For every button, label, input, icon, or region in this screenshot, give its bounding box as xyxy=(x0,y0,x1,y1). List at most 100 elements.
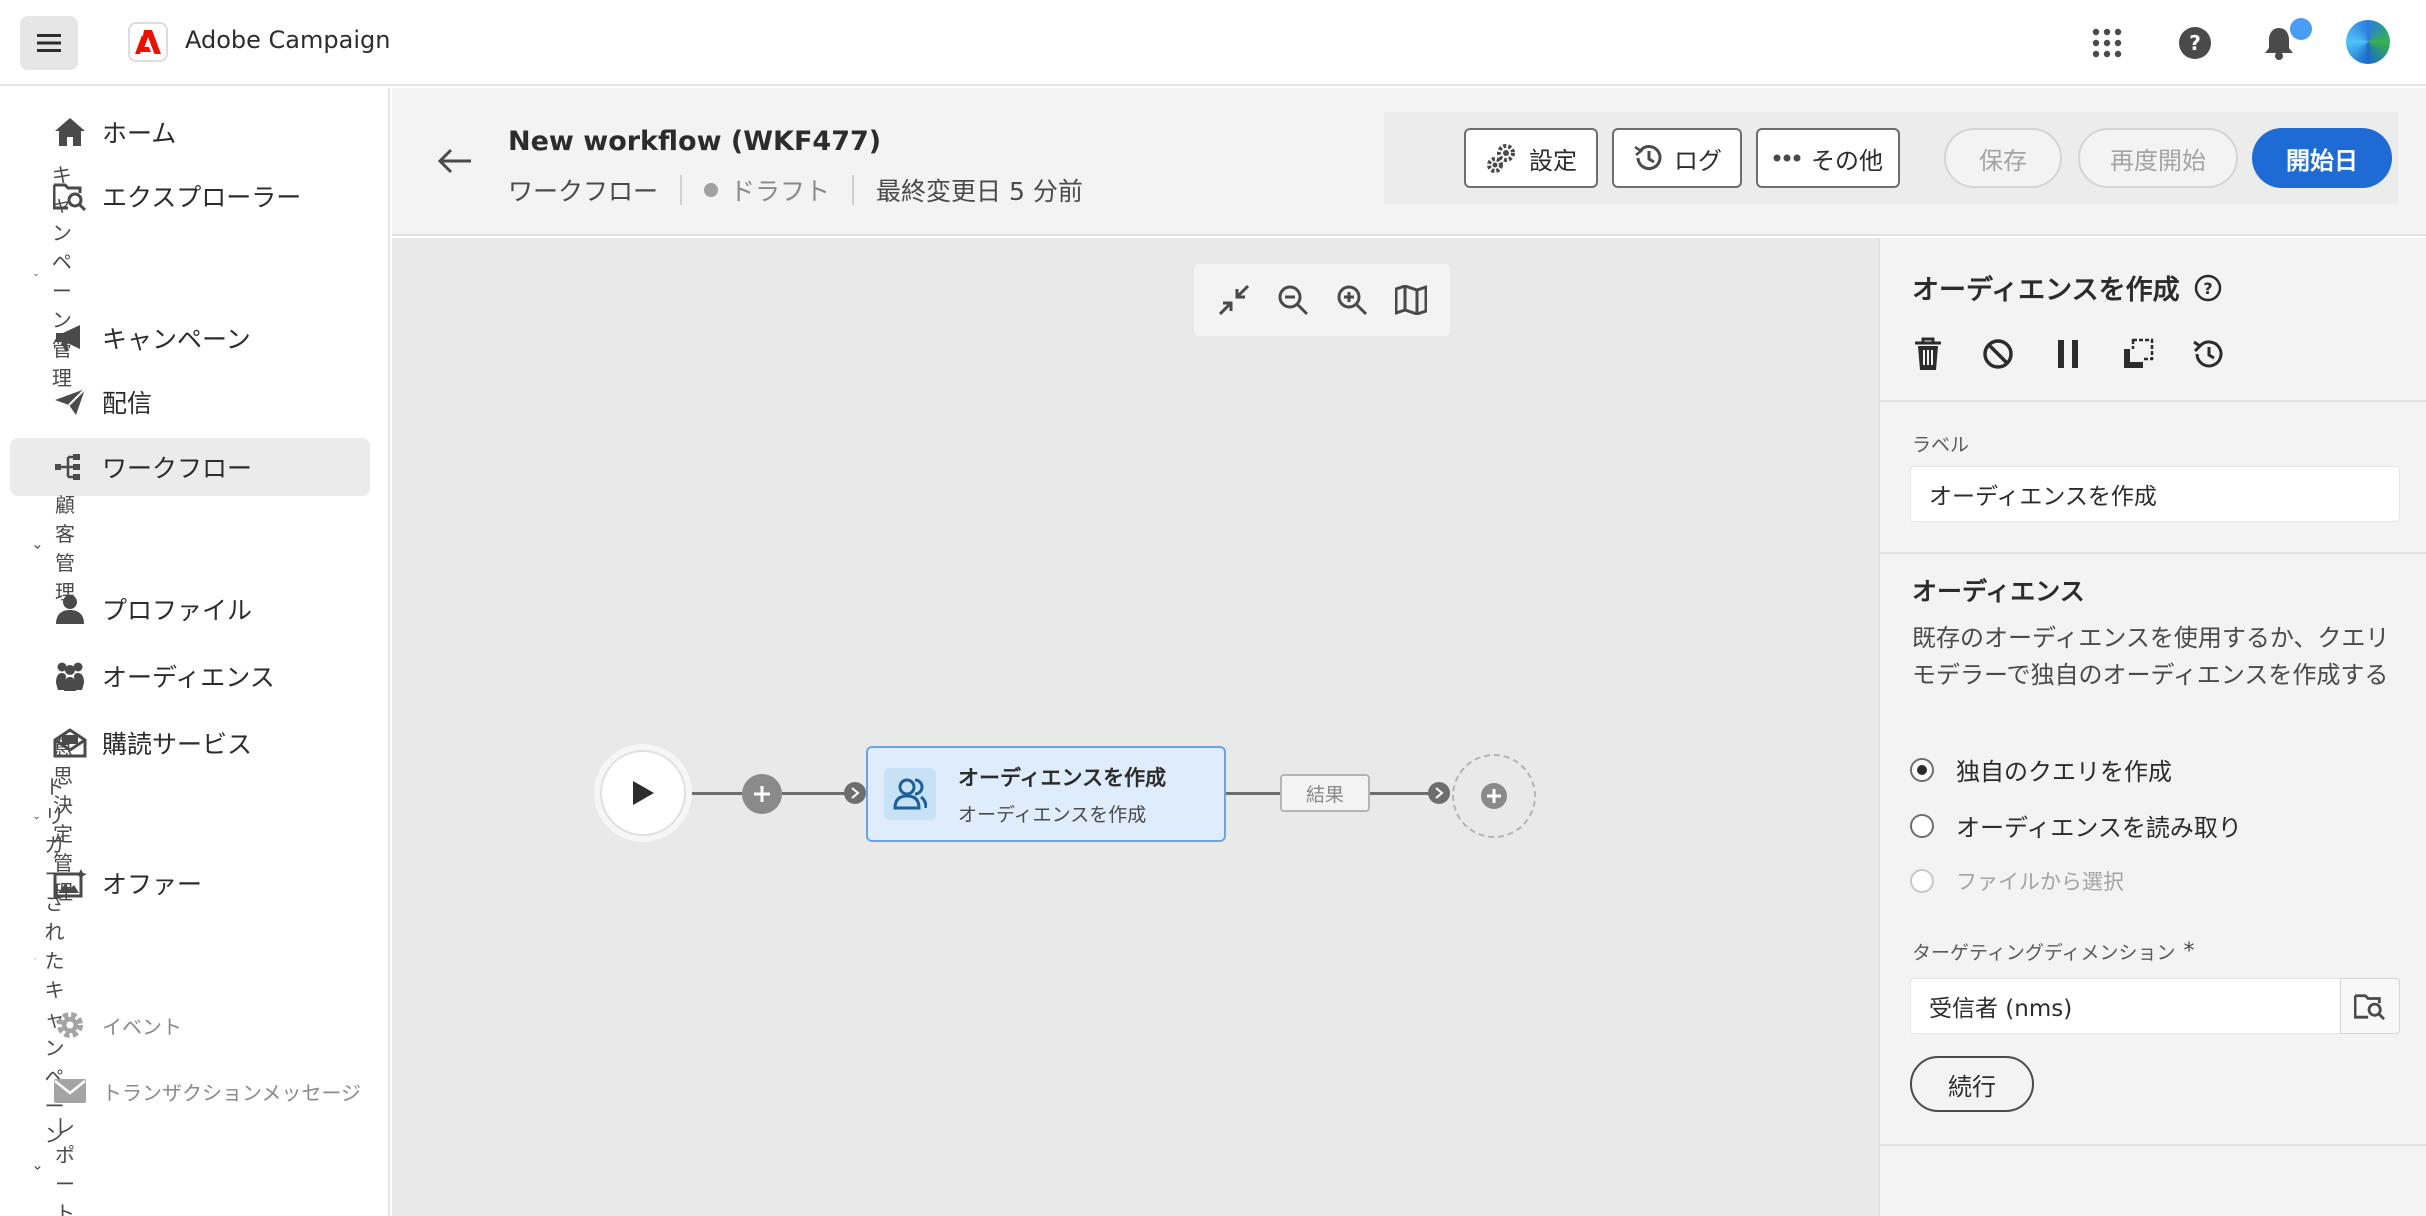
chevron-right-icon xyxy=(844,782,866,804)
chevron-down-icon xyxy=(34,1166,41,1170)
log-button[interactable]: ログ xyxy=(1612,128,1742,188)
section-campaign-management[interactable]: キャンペーン管理 xyxy=(34,163,86,390)
user-icon xyxy=(52,591,88,627)
status-dot-icon xyxy=(704,183,719,197)
divider xyxy=(680,175,683,205)
sidebar-item-workflows[interactable]: ワークフロー xyxy=(10,438,370,496)
radio-build-query[interactable]: 独自のクエリを作成 xyxy=(1910,752,2172,787)
sidebar-item-label: ワークフロー xyxy=(102,454,253,483)
audience-section-title: オーディエンス xyxy=(1912,577,2085,606)
copy-icon[interactable] xyxy=(2118,334,2158,374)
sidebar-item-label: プロファイル xyxy=(102,596,253,625)
avatar[interactable] xyxy=(2346,20,2390,64)
chevron-down-icon xyxy=(34,816,39,820)
targeting-dimension-input[interactable]: 受信者 (nms) xyxy=(1910,978,2342,1034)
panel-title: オーディエンスを作成 ? xyxy=(1912,268,2222,307)
section-label: レポート xyxy=(54,1114,75,1216)
svg-text:?: ? xyxy=(2189,31,2201,55)
canvas-toolbar xyxy=(1194,264,1450,336)
connector xyxy=(686,792,744,795)
radio-icon xyxy=(1910,813,1934,838)
settings-button[interactable]: 設定 xyxy=(1464,128,1598,188)
gears-icon xyxy=(1487,144,1515,173)
workflow-header: New workflow (WKF477) ワークフロー ドラフト 最終変更日 … xyxy=(392,88,2426,236)
save-button[interactable]: 保存 xyxy=(1944,128,2062,188)
delete-icon[interactable] xyxy=(1908,334,1948,374)
activity-title: オーディエンスを作成 xyxy=(958,765,1167,790)
radio-icon xyxy=(1910,869,1934,893)
label-field-label: ラベル xyxy=(1912,434,1970,456)
workflow-meta: ワークフロー ドラフト 最終変更日 5 分前 xyxy=(508,172,1083,208)
connector xyxy=(1226,792,1282,795)
sidebar-item-campaigns[interactable]: キャンペーン xyxy=(10,309,370,367)
pause-icon[interactable] xyxy=(2048,334,2088,374)
plus-icon xyxy=(754,786,770,802)
users-icon xyxy=(52,658,88,694)
activity-subtitle: オーディエンスを作成 xyxy=(958,803,1147,826)
last-modified: 最終変更日 5 分前 xyxy=(876,177,1083,206)
start-button[interactable]: 開始日 xyxy=(2252,128,2392,188)
sidebar-item-label: ホーム xyxy=(102,119,177,148)
mail-icon xyxy=(52,1073,88,1109)
more-button[interactable]: その他 xyxy=(1756,128,1900,188)
svg-text:?: ? xyxy=(2203,279,2212,298)
radio-read-audience[interactable]: オーディエンスを読み取り xyxy=(1910,808,2242,843)
sidebar-item-audiences[interactable]: オーディエンス xyxy=(10,647,370,705)
more-icon xyxy=(1773,154,1801,162)
restart-button[interactable]: 再度開始 xyxy=(2078,128,2238,188)
notification-badge xyxy=(2290,18,2312,40)
chevron-down-icon xyxy=(34,545,41,549)
add-activity-button[interactable] xyxy=(742,774,782,814)
activity-toolbar xyxy=(1908,334,2228,374)
gear-icon xyxy=(52,1007,88,1043)
workflow-title: New workflow (WKF477) xyxy=(508,126,882,157)
sidebar-item-deliveries[interactable]: 配信 xyxy=(10,373,370,431)
history-icon[interactable] xyxy=(2188,334,2228,374)
browse-dimension-button[interactable] xyxy=(2340,978,2400,1034)
play-icon xyxy=(633,781,654,805)
minimap-icon[interactable] xyxy=(1391,280,1431,320)
sidebar-item-events: イベント xyxy=(10,996,370,1054)
section-reports[interactable]: レポート xyxy=(34,1114,86,1216)
disable-icon[interactable] xyxy=(1978,334,2018,374)
menu-icon[interactable] xyxy=(20,16,78,70)
chevron-down-icon xyxy=(34,273,38,277)
connector xyxy=(782,792,852,795)
workflow-canvas[interactable] xyxy=(392,238,1878,1216)
sidebar-item-label: トランザクションメッセージ xyxy=(102,1080,361,1105)
sidebar-item-label: エクスプローラー xyxy=(102,183,302,212)
sidebar-item-home[interactable]: ホーム xyxy=(10,103,370,161)
help-icon[interactable]: ? xyxy=(2174,22,2216,64)
sidebar-item-label: イベント xyxy=(102,1014,182,1039)
history-icon xyxy=(1634,145,1662,171)
section-customer-management[interactable]: 顧客管理 xyxy=(34,493,86,604)
sidebar-item-label: 購読サービス xyxy=(102,730,253,759)
back-arrow-icon[interactable] xyxy=(432,138,478,184)
folder-search-icon xyxy=(2354,994,2385,1020)
help-circle-icon: ? xyxy=(2194,274,2221,301)
chevron-right-icon xyxy=(1428,782,1450,804)
start-node[interactable] xyxy=(600,750,686,836)
audience-icon xyxy=(884,768,936,820)
collapse-icon[interactable] xyxy=(1214,280,1254,320)
chevron-down-icon xyxy=(34,958,37,960)
continue-button[interactable]: 続行 xyxy=(1910,1056,2034,1112)
label-input[interactable]: オーディエンスを作成 xyxy=(1910,466,2400,522)
apps-grid-icon[interactable] xyxy=(2086,22,2128,64)
add-next-activity-button[interactable] xyxy=(1452,754,1536,838)
audience-description: 既存のオーディエンスを使用するか、クエリモデラーで独自のオーディエンスを作成する xyxy=(1912,624,2390,689)
sidebar-item-profiles[interactable]: プロファイル xyxy=(10,580,370,638)
zoom-in-icon[interactable] xyxy=(1332,280,1372,320)
plus-circle-icon xyxy=(1481,783,1507,809)
required-marker: * xyxy=(2183,939,2195,964)
adobe-logo-icon xyxy=(128,22,168,62)
build-audience-activity[interactable]: オーディエンスを作成 オーディエンスを作成 xyxy=(866,746,1226,842)
divider xyxy=(1880,400,2426,402)
megaphone-icon xyxy=(52,320,88,356)
section-triggered-campaigns[interactable]: トリガーされたキャンペーン xyxy=(34,775,80,1147)
radio-select-from-file: ファイルから選択 xyxy=(1910,866,2124,896)
sidebar-item-label: 配信 xyxy=(102,389,153,418)
divider xyxy=(852,175,855,205)
zoom-out-icon[interactable] xyxy=(1273,280,1313,320)
activity-properties-panel: オーディエンスを作成 ? ラベル オーディエンスを作成 オーディエンス 既存のオ… xyxy=(1878,238,2426,1216)
